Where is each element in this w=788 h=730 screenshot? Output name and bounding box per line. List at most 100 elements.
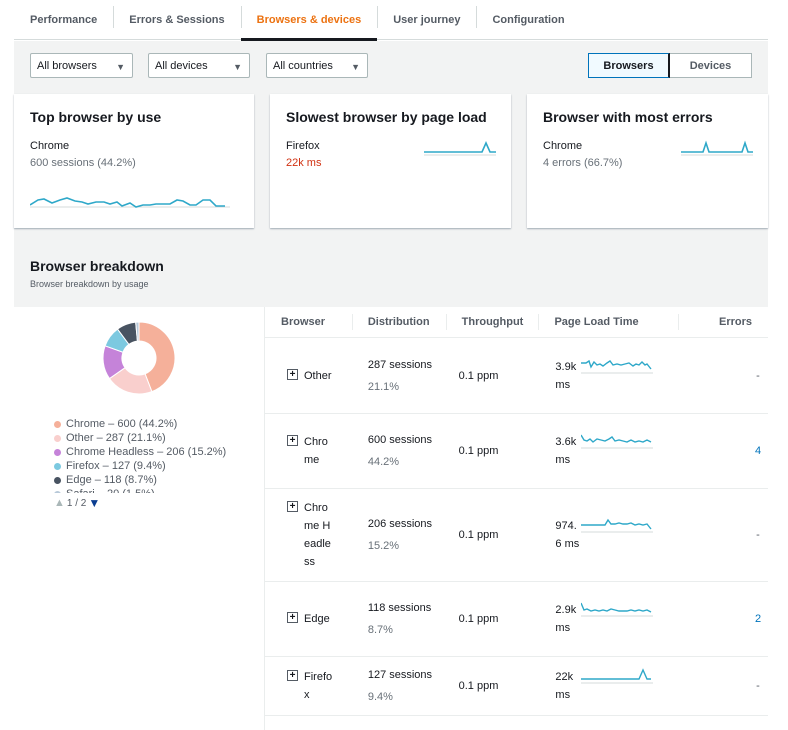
expand-icon[interactable]: + <box>287 501 298 512</box>
expand-icon[interactable]: + <box>287 435 298 446</box>
browsers-toggle-button[interactable]: Browsers <box>588 53 670 78</box>
browser-name: Firefox <box>304 671 333 701</box>
table-row: + Edge 118 sessions 8.7% 0.1 ppm 2.9k ms 2 <box>265 582 768 657</box>
col-throughput[interactable]: Throughput <box>445 314 539 330</box>
card-value: 4 errors (66.7%) <box>543 157 623 169</box>
page-load-cell: 974.6 ms <box>538 517 708 553</box>
legend-item[interactable]: Other – 287 (21.1%) <box>54 431 234 445</box>
legend-pager: ▲ 1 / 2 ▼ <box>54 496 100 510</box>
legend-item[interactable]: Edge – 118 (8.7%) <box>54 473 234 487</box>
distribution-cell: 206 sessions 15.2% <box>352 513 446 557</box>
breakdown-header: Browser breakdown Browser breakdown by u… <box>14 241 768 307</box>
tab-configuration[interactable]: Configuration <box>476 0 580 40</box>
card-title: Top browser by use <box>30 109 162 125</box>
table-row: + Firefox 127 sessions 9.4% 0.1 ppm 22k ms… <box>265 657 768 716</box>
page-load-sparkline <box>581 518 654 533</box>
device-filter-select[interactable]: All devices ▼ <box>148 53 250 78</box>
legend-item[interactable]: Safari – 20 (1.5%) <box>54 487 234 493</box>
browser-donut-chart <box>102 321 176 395</box>
page-load-cell: 3.6k ms <box>538 433 708 469</box>
distribution-cell: 600 sessions 44.2% <box>352 429 446 473</box>
tab-errors-sessions[interactable]: Errors & Sessions <box>113 0 240 40</box>
browser-table: Browser Distribution Throughput Page Loa… <box>264 307 768 730</box>
page-down-icon[interactable]: ▼ <box>88 496 100 510</box>
card-browser-name: Chrome <box>30 140 70 152</box>
browser-cell: + Other <box>265 367 352 385</box>
legend-label: Chrome – 600 (44.2%) <box>66 418 178 430</box>
page-up-icon[interactable]: ▲ <box>54 497 65 509</box>
page-load-value: 3.6k ms <box>555 436 577 466</box>
expand-icon[interactable]: + <box>287 670 298 681</box>
page-load-sparkline <box>581 602 654 617</box>
breakdown-subtitle: Browser breakdown by usage <box>30 279 149 289</box>
expand-icon[interactable]: + <box>287 612 298 623</box>
legend-label: Other – 287 (21.1%) <box>66 432 166 444</box>
table-row: + Other 287 sessions 21.1% 0.1 ppm 3.9k ms… <box>265 338 768 414</box>
errors-link[interactable]: 2 <box>708 613 768 625</box>
caret-down-icon: ▼ <box>116 62 125 72</box>
throughput-cell: 0.1 ppm <box>458 445 499 457</box>
errors-link[interactable]: 4 <box>708 445 768 457</box>
country-filter-select[interactable]: All countries ▼ <box>266 53 368 78</box>
sessions-percent: 9.4% <box>367 691 393 703</box>
page-load-value: 2.9k ms <box>555 604 577 634</box>
sessions-percent: 8.7% <box>367 624 393 636</box>
col-page-load-time[interactable]: Page Load Time <box>538 314 678 330</box>
legend-item[interactable]: Chrome Headless – 206 (15.2%) <box>54 445 234 459</box>
country-filter-value: All countries <box>273 59 333 72</box>
sessions-count: 206 sessions <box>367 518 433 530</box>
legend-dot <box>54 490 61 493</box>
sessions-percent: 21.1% <box>367 380 400 393</box>
page-load-sparkline <box>424 141 496 156</box>
page-load-sparkline <box>581 668 654 684</box>
legend-item[interactable]: Chrome – 600 (44.2%) <box>54 417 234 431</box>
col-distribution[interactable]: Distribution <box>351 314 446 330</box>
legend-item[interactable]: Firefox – 127 (9.4%) <box>54 459 234 473</box>
table-row: + Chrome 600 sessions 44.2% 0.1 ppm 3.6k m… <box>265 414 768 489</box>
card-title: Slowest browser by page load <box>286 109 487 125</box>
page-load-value: 3.9k ms <box>555 360 577 391</box>
page-load-cell: 22k ms <box>538 668 708 704</box>
browser-name: Chrome <box>304 436 328 466</box>
devices-toggle-button[interactable]: Devices <box>670 53 752 78</box>
page-load-sparkline <box>581 434 654 449</box>
distribution-cell: 127 sessions 9.4% <box>352 664 446 708</box>
filter-bar: All browsers ▼ All devices ▼ All countri… <box>14 41 768 91</box>
col-errors[interactable]: Errors <box>678 314 768 330</box>
legend-dot <box>54 434 61 442</box>
expand-icon[interactable]: + <box>287 368 298 380</box>
sessions-sparkline <box>30 197 230 208</box>
browsers-devices-toggle: Browsers Devices <box>588 53 752 78</box>
browser-name: Edge <box>304 613 330 625</box>
errors-cell: - <box>756 680 760 692</box>
browser-filter-select[interactable]: All browsers ▼ <box>30 53 133 78</box>
browser-name: Other <box>304 369 332 382</box>
distribution-cell: 287 sessions 21.1% <box>352 354 446 398</box>
page-load-cell: 2.9k ms <box>538 601 708 637</box>
table-header: Browser Distribution Throughput Page Loa… <box>265 307 768 338</box>
tab-bar: Performance Errors & Sessions Browsers &… <box>14 0 768 41</box>
card-slowest-browser: Slowest browser by page load Firefox 22k… <box>270 94 511 228</box>
tab-browsers-devices[interactable]: Browsers & devices <box>240 0 378 41</box>
device-filter-value: All devices <box>155 59 208 72</box>
browser-cell: + Firefox <box>265 668 352 704</box>
browser-cell: + Edge <box>265 610 352 628</box>
card-most-errors: Browser with most errors Chrome 4 errors… <box>527 94 768 228</box>
tab-performance[interactable]: Performance <box>14 0 113 40</box>
sessions-count: 127 sessions <box>367 669 433 681</box>
card-value: 600 sessions (44.2%) <box>30 157 136 169</box>
legend-dot <box>54 420 61 428</box>
sessions-count: 118 sessions <box>367 602 432 614</box>
page-content: All browsers ▼ All devices ▼ All countri… <box>14 41 768 730</box>
legend-dot <box>54 448 61 456</box>
breakdown-title: Browser breakdown <box>30 258 164 274</box>
caret-down-icon: ▼ <box>233 62 242 72</box>
col-browser[interactable]: Browser <box>265 316 352 328</box>
errors-sparkline <box>681 140 753 156</box>
throughput-cell: 0.1 ppm <box>458 680 499 692</box>
tab-user-journey[interactable]: User journey <box>377 0 476 40</box>
legend-label: Chrome Headless – 206 (15.2%) <box>66 446 227 458</box>
errors-cell: - <box>756 529 760 541</box>
throughput-cell: 0.1 ppm <box>458 529 499 541</box>
browser-cell: + Chrome <box>265 433 352 469</box>
